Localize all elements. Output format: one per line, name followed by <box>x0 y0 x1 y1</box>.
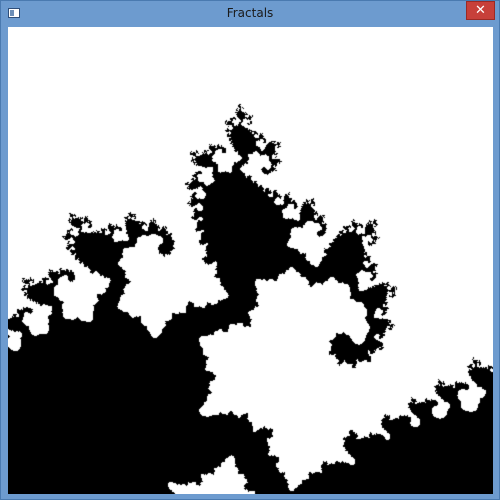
fractal-view[interactable] <box>8 27 493 494</box>
title-bar[interactable]: Fractals ✕ <box>1 1 499 27</box>
app-window: Fractals ✕ <box>0 0 500 500</box>
window-title: Fractals <box>226 6 274 20</box>
fractal-canvas[interactable] <box>8 27 493 494</box>
close-icon: ✕ <box>475 3 486 18</box>
close-button[interactable]: ✕ <box>466 1 495 20</box>
